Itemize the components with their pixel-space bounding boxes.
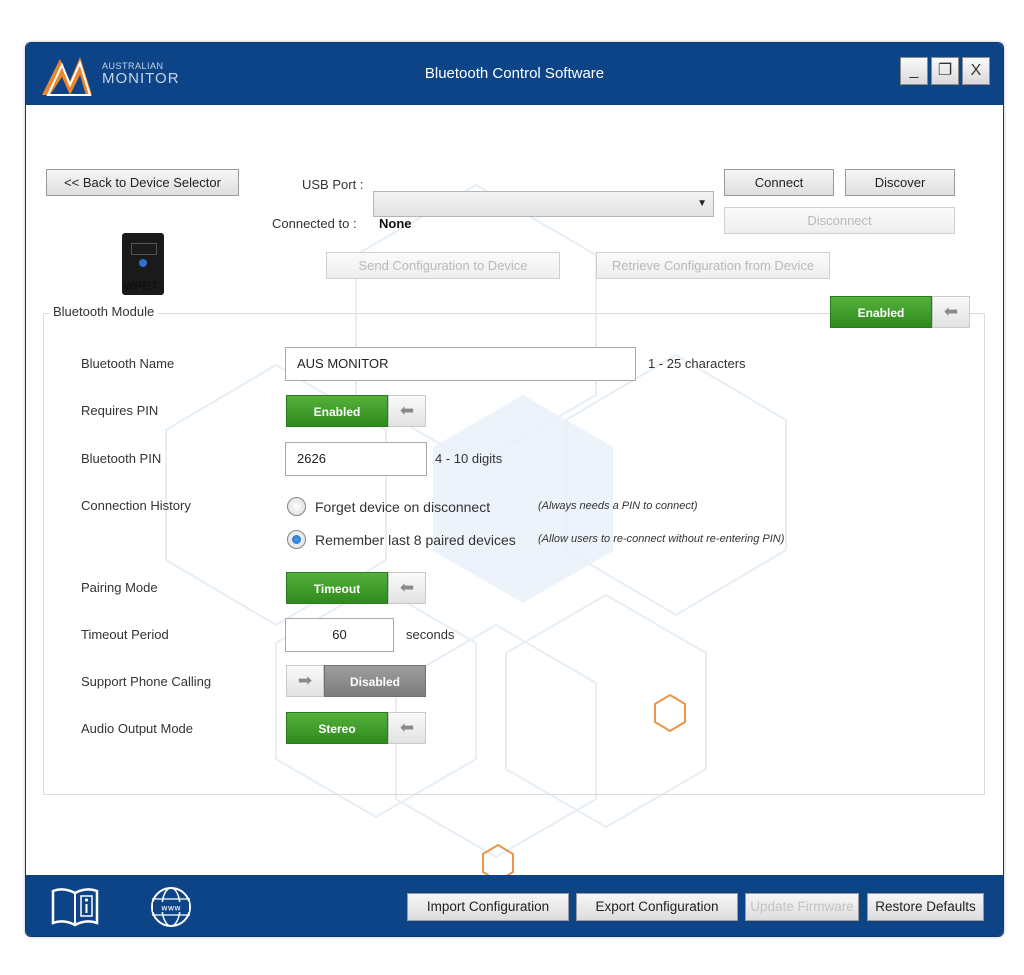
remember-devices-radio[interactable] [287, 530, 306, 549]
requires-pin-toggle[interactable]: Enabled ⬅ [286, 395, 426, 427]
connection-history-label: Connection History [81, 498, 191, 513]
retrieve-configuration-button[interactable]: Retrieve Configuration from Device [596, 252, 830, 279]
timeout-period-label: Timeout Period [81, 627, 169, 642]
arrow-left-icon: ⬅ [932, 296, 970, 328]
device-name: WPBT [123, 279, 159, 293]
toggle-state-label: Stereo [286, 712, 388, 744]
usb-port-select[interactable]: ▼ [373, 191, 714, 217]
app-window: AUSTRALIAN MONITOR Bluetooth Control Sof… [25, 42, 1004, 937]
window-title: Bluetooth Control Software [424, 65, 605, 82]
timeout-period-input[interactable]: 60 [285, 618, 394, 652]
audio-output-label: Audio Output Mode [81, 721, 194, 736]
connect-button[interactable]: Connect [724, 169, 834, 196]
import-configuration-button[interactable]: Import Configuration [407, 893, 569, 921]
connected-to-label: Connected to : [272, 216, 357, 231]
audio-output-toggle[interactable]: Stereo ⬅ [286, 712, 426, 744]
timeout-period-unit: seconds [406, 627, 455, 642]
svg-text:www: www [161, 904, 181, 913]
usb-port-label: USB Port : [302, 177, 364, 192]
close-button[interactable]: X [962, 57, 990, 85]
www-globe-icon[interactable]: www [146, 885, 196, 929]
restore-defaults-button[interactable]: Restore Defaults [867, 893, 984, 921]
bluetooth-pin-label: Bluetooth PIN [81, 451, 162, 466]
phone-calling-label: Support Phone Calling [81, 674, 212, 689]
bluetooth-name-input[interactable]: AUS MONITOR [285, 347, 636, 381]
arrow-left-icon: ⬅ [388, 572, 426, 604]
title-bar: AUSTRALIAN MONITOR Bluetooth Control Sof… [26, 43, 1003, 105]
back-to-device-selector-button[interactable]: << Back to Device Selector [46, 169, 239, 196]
footer-bar: www Import Configuration Export Configur… [26, 875, 1003, 936]
toggle-state-label: Timeout [286, 572, 388, 604]
phone-calling-toggle[interactable]: ➡ Disabled [286, 665, 426, 697]
remember-devices-label[interactable]: Remember last 8 paired devices [315, 532, 516, 548]
bluetooth-name-hint: 1 - 25 characters [648, 356, 746, 371]
restore-button[interactable]: ❐ [931, 57, 959, 85]
disconnect-button[interactable]: Disconnect [724, 207, 955, 234]
arrow-left-icon: ⬅ [388, 712, 426, 744]
arrow-left-icon: ⬅ [388, 395, 426, 427]
book-info-icon[interactable] [50, 885, 100, 929]
requires-pin-label: Requires PIN [81, 403, 159, 418]
bluetooth-pin-input[interactable]: 2626 [285, 442, 427, 476]
pairing-mode-label: Pairing Mode [81, 580, 158, 595]
minimize-button[interactable]: _ [900, 57, 928, 85]
bluetooth-module-label: Bluetooth Module [50, 304, 158, 319]
update-firmware-button[interactable]: Update Firmware [745, 893, 859, 921]
bluetooth-pin-hint: 4 - 10 digits [435, 451, 503, 466]
remember-devices-note: (Allow users to re-connect without re-en… [538, 533, 785, 545]
toggle-state-label: Disabled [324, 665, 426, 697]
pairing-mode-toggle[interactable]: Timeout ⬅ [286, 572, 426, 604]
arrow-right-icon: ➡ [286, 665, 324, 697]
bluetooth-name-label: Bluetooth Name [81, 356, 175, 371]
toggle-state-label: Enabled [830, 296, 932, 328]
forget-device-label[interactable]: Forget device on disconnect [315, 499, 490, 515]
send-configuration-button[interactable]: Send Configuration to Device [326, 252, 560, 279]
module-enabled-toggle[interactable]: Enabled ⬅ [830, 296, 970, 328]
discover-button[interactable]: Discover [845, 169, 955, 196]
toggle-state-label: Enabled [286, 395, 388, 427]
main-content: << Back to Device Selector USB Port : ▼ … [26, 105, 1003, 875]
export-configuration-button[interactable]: Export Configuration [576, 893, 738, 921]
forget-device-note: (Always needs a PIN to connect) [538, 500, 698, 512]
dropdown-arrow-icon: ▼ [697, 198, 707, 209]
connected-to-value: None [379, 216, 412, 231]
forget-device-radio[interactable] [287, 497, 306, 516]
